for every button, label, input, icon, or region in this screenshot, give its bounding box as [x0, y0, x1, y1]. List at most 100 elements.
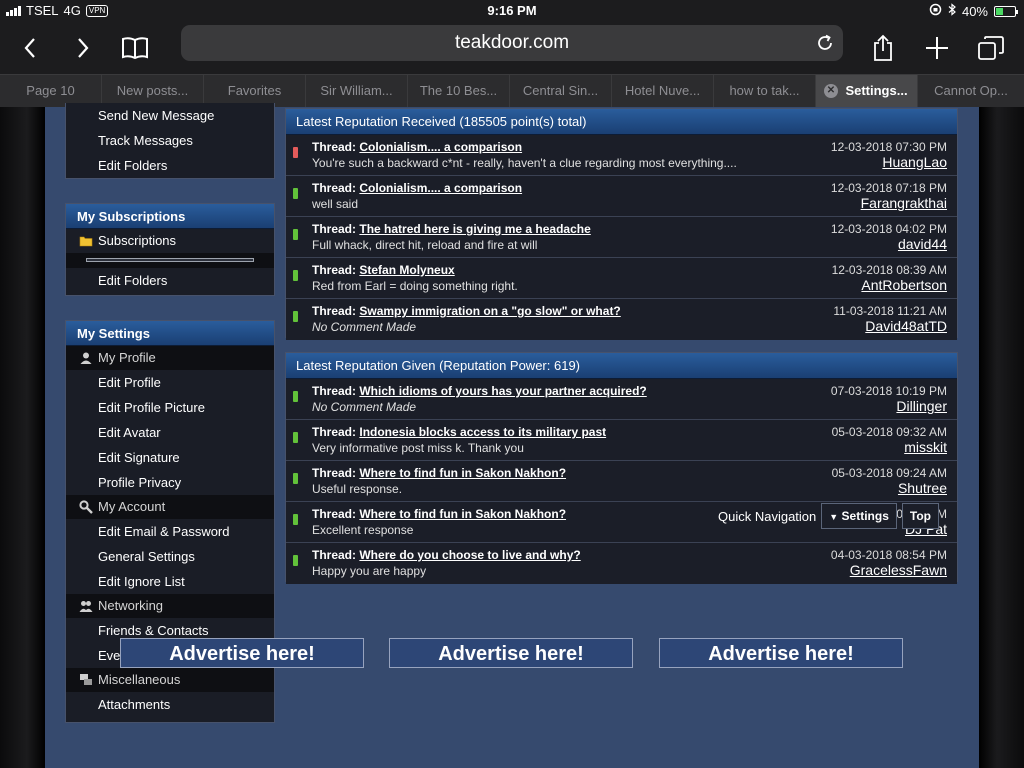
tab-label: Hotel Nuve...	[624, 83, 701, 98]
reputation-comment: No Comment Made	[312, 320, 417, 334]
track-messages-link[interactable]: Track Messages	[66, 128, 274, 153]
reputation-given-list: Thread: Which idioms of yours has your p…	[286, 379, 957, 584]
reputation-date: 12-03-2018 07:18 PM	[830, 181, 947, 195]
profile-privacy-link[interactable]: Profile Privacy	[66, 470, 274, 495]
edit-email-password-link[interactable]: Edit Email & Password	[66, 519, 274, 544]
url-text: teakdoor.com	[454, 32, 570, 53]
positive-reputation-icon	[293, 188, 298, 199]
share-button[interactable]	[866, 31, 900, 65]
user-link[interactable]: david44	[898, 236, 947, 252]
reputation-date: 12-03-2018 08:39 AM	[831, 263, 947, 277]
forward-button[interactable]	[66, 31, 100, 65]
tabs-overview-button[interactable]	[974, 31, 1008, 65]
reload-icon[interactable]	[815, 33, 835, 53]
edit-ignore-list-link[interactable]: Edit Ignore List	[66, 569, 274, 594]
reputation-comment: Excellent response	[312, 523, 414, 537]
tab[interactable]: The 10 Bes...	[408, 75, 510, 107]
edit-avatar-link[interactable]: Edit Avatar	[66, 420, 274, 445]
new-tab-button[interactable]	[920, 31, 954, 65]
edit-profile-picture-link[interactable]: Edit Profile Picture	[66, 395, 274, 420]
edit-profile-link[interactable]: Edit Profile	[66, 370, 274, 395]
quick-navigation: Quick Navigation ▼ Settings Top	[718, 503, 939, 529]
chat-bubbles-icon	[80, 674, 92, 685]
tab[interactable]: how to tak...	[714, 75, 816, 107]
user-link[interactable]: misskit	[904, 439, 947, 455]
thread-link[interactable]: Colonialism.... a comparison	[359, 181, 522, 195]
top-button[interactable]: Top	[901, 503, 939, 529]
reputation-date: 12-03-2018 07:30 PM	[830, 140, 947, 154]
reputation-comment: well said	[312, 197, 359, 211]
thread-line: Thread: Where to find fun in Sakon Nakho…	[312, 466, 566, 480]
reputation-comment: Happy you are happy	[312, 564, 427, 578]
quick-navigation-label: Quick Navigation	[718, 508, 817, 524]
positive-reputation-icon	[293, 514, 298, 525]
tab-label: Favorites	[227, 83, 282, 98]
send-new-message-link[interactable]: Send New Message	[66, 103, 274, 128]
tab-label: The 10 Bes...	[419, 83, 498, 98]
reputation-date: 05-03-2018 09:32 AM	[831, 425, 947, 439]
user-link[interactable]: GracelessFawn	[850, 562, 947, 578]
tab-active[interactable]: ✕ Settings...	[816, 75, 918, 107]
thread-link[interactable]: Stefan Molyneux	[359, 263, 454, 277]
user-link[interactable]: Farangrakthai	[861, 195, 947, 211]
chevron-left-icon	[24, 38, 35, 58]
thread-prefix: Thread:	[312, 548, 357, 562]
user-link[interactable]: David48atTD	[865, 318, 947, 334]
close-tab-icon[interactable]: ✕	[824, 84, 838, 98]
user-link[interactable]: Dillinger	[896, 398, 947, 414]
general-settings-link[interactable]: General Settings	[66, 544, 274, 569]
section-networking: Networking	[66, 594, 274, 618]
tab[interactable]: Sir William...	[306, 75, 408, 107]
edit-subscription-folders-link[interactable]: Edit Folders	[66, 268, 274, 293]
positive-reputation-icon	[293, 311, 298, 322]
tab[interactable]: Hotel Nuve...	[612, 75, 714, 107]
bluetooth-icon	[948, 3, 956, 19]
url-bar[interactable]: teakdoor.com	[181, 25, 843, 61]
thread-link[interactable]: Which idioms of yours has your partner a…	[359, 384, 646, 398]
section-label: My Profile	[98, 350, 156, 365]
section-label: My Account	[98, 499, 166, 514]
tab[interactable]: Central Sin...	[510, 75, 612, 107]
settings-title: My Settings	[66, 321, 274, 346]
ad-banner[interactable]: Advertise here!	[120, 638, 364, 668]
thread-prefix: Thread:	[312, 263, 357, 277]
tab[interactable]: Cannot Op...	[918, 75, 1024, 107]
status-time: 9:16 PM	[487, 3, 537, 18]
user-link[interactable]: HuangLao	[882, 154, 947, 170]
back-button[interactable]	[13, 31, 47, 65]
thread-prefix: Thread:	[312, 466, 357, 480]
thread-link[interactable]: Where to find fun in Sakon Nakhon?	[359, 466, 566, 480]
thread-link[interactable]: Where to find fun in Sakon Nakhon?	[359, 507, 566, 521]
folder-icon	[79, 236, 93, 247]
user-link[interactable]: Shutree	[898, 480, 947, 496]
settings-dropdown[interactable]: ▼ Settings	[821, 503, 897, 529]
subscriptions-folder[interactable]: Subscriptions	[66, 229, 274, 253]
subscriptions-title: My Subscriptions	[66, 204, 274, 229]
section-my-account: My Account	[66, 495, 274, 519]
reputation-comment: Full whack, direct hit, reload and fire …	[312, 238, 538, 252]
thread-line: Thread: Colonialism.... a comparison	[312, 140, 522, 154]
positive-reputation-icon	[293, 391, 298, 402]
page-right-border	[979, 107, 1024, 768]
browser-toolbar: teakdoor.com	[0, 22, 1024, 74]
reputation-date: 11-03-2018 11:21 AM	[833, 304, 947, 318]
reputation-row: Thread: Which idioms of yours has your p…	[286, 379, 957, 420]
thread-line: Thread: The hatred here is giving me a h…	[312, 222, 591, 236]
reputation-row: Thread: Where to find fun in Sakon Nakho…	[286, 461, 957, 502]
thread-link[interactable]: Colonialism.... a comparison	[359, 140, 522, 154]
attachments-link[interactable]: Attachments	[66, 692, 274, 717]
thread-link[interactable]: Where do you choose to live and why?	[359, 548, 580, 562]
thread-link[interactable]: Swampy immigration on a "go slow" or wha…	[359, 304, 620, 318]
ad-banner[interactable]: Advertise here!	[659, 638, 903, 668]
thread-link[interactable]: The hatred here is giving me a headache	[359, 222, 590, 236]
edit-signature-link[interactable]: Edit Signature	[66, 445, 274, 470]
edit-message-folders-link[interactable]: Edit Folders	[66, 153, 274, 178]
settings-dropdown-label: Settings	[841, 509, 889, 523]
reputation-comment: Useful response.	[312, 482, 403, 496]
user-link[interactable]: AntRobertson	[861, 277, 947, 293]
section-label: Miscellaneous	[98, 672, 181, 687]
ad-banner[interactable]: Advertise here!	[389, 638, 633, 668]
bookmarks-button[interactable]	[118, 31, 152, 65]
thread-link[interactable]: Indonesia blocks access to its military …	[359, 425, 606, 439]
section-my-profile: My Profile	[66, 346, 274, 370]
